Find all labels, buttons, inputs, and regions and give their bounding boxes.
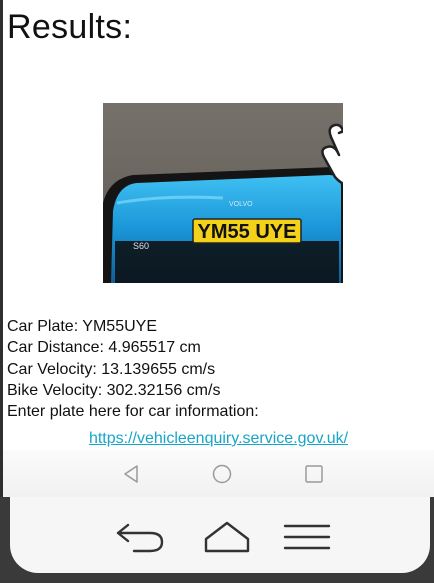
page-title: Results: (7, 8, 133, 46)
car-distance-text: Car Distance: 4.965517 cm (7, 339, 201, 357)
home-circle-icon[interactable] (210, 462, 234, 486)
license-plate-text: YM55 UYE (198, 221, 297, 243)
menu-lines-icon[interactable] (282, 519, 332, 558)
car-plate-text: Car Plate: YM55UYE (7, 318, 157, 335)
car-photo: VOLVO S60 YM55 UYE (103, 103, 343, 283)
app-screen: Results: VOLVO S60 YM55 UYE Car Plate: Y… (3, 0, 434, 497)
brand-badge: VOLVO (229, 201, 253, 208)
bike-velocity-text: Bike Velocity: 302.32156 cm/s (7, 381, 221, 399)
recents-square-icon[interactable] (302, 462, 326, 486)
back-arrow-icon[interactable] (114, 519, 168, 558)
hardware-key-panel (10, 497, 430, 573)
car-velocity-text: Car Velocity: 13.139655 cm/s (7, 360, 216, 378)
back-triangle-icon[interactable] (119, 462, 143, 486)
enter-plate-prompt: Enter plate here for car information: (7, 403, 259, 421)
model-badge: S60 (133, 241, 149, 251)
results-info: Car Plate: YM55UYE Car Distance: 4.96551… (7, 316, 432, 422)
vehicle-enquiry-link[interactable]: https://vehicleenquiry.service.gov.uk/ (3, 430, 434, 448)
hardware-key-bar (0, 497, 434, 583)
home-house-icon[interactable] (202, 519, 252, 558)
soft-navigation-bar (3, 450, 434, 497)
